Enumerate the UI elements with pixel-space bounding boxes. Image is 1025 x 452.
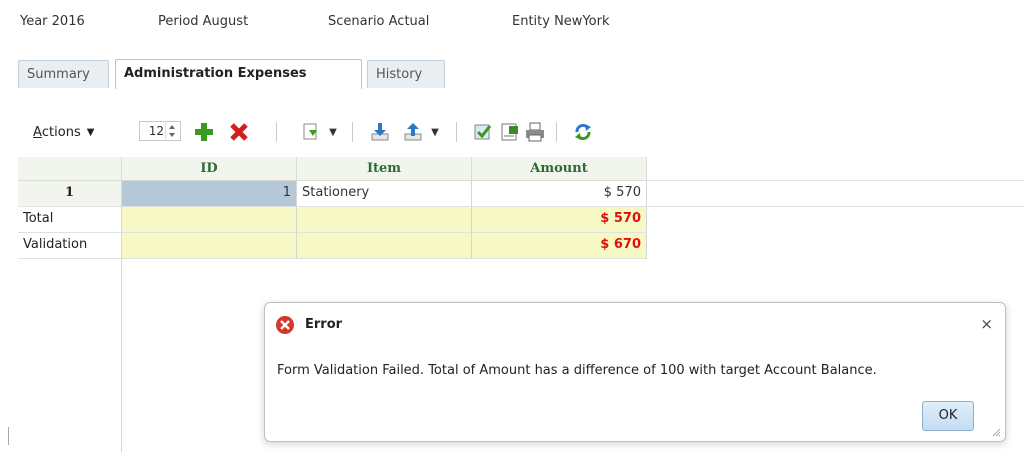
export-excel-icon[interactable] [499,118,521,146]
tab-summary[interactable]: Summary [18,60,109,88]
toolbar-divider [352,122,353,142]
grid-empty-header [647,157,1025,181]
table-cell-item[interactable]: Stationery [297,181,472,207]
toolbar: Actions ▼ 12 ▼ ▼ [0,118,1025,148]
ok-button[interactable]: OK [922,401,974,431]
validation-cell-item [297,233,472,259]
copy-down-icon[interactable] [300,118,322,146]
pov-year[interactable]: Year 2016 [20,14,85,29]
tab-history-label: History [376,67,423,82]
total-cell-id [122,207,297,233]
table-cell-amount[interactable]: $ 570 [472,181,647,207]
row-header[interactable]: 1 [18,181,122,207]
print-icon[interactable] [524,118,546,146]
add-row-icon[interactable] [193,118,215,146]
dialog-message: Form Validation Failed. Total of Amount … [277,363,877,378]
chevron-down-icon[interactable]: ▼ [428,118,442,146]
validation-row-label: Validation [18,233,122,259]
dialog-title: Error [305,317,343,332]
pov-scenario[interactable]: Scenario Actual [328,14,429,29]
resize-marker [8,427,9,445]
row-count-value: 12 [148,124,164,138]
grid-empty-row [647,181,1025,207]
total-cell-amount: $ 570 [472,207,647,233]
column-header-id[interactable]: ID [122,157,297,181]
actions-label-mnemonic: A [33,124,42,140]
tab-summary-label: Summary [27,67,90,82]
chevron-down-icon: ▼ [86,126,95,138]
error-icon [276,316,294,334]
upload-icon[interactable] [402,118,424,146]
column-header-amount[interactable]: Amount [472,157,647,181]
tab-history[interactable]: History [367,60,445,88]
grid-corner [18,157,122,181]
total-row-label: Total [18,207,122,233]
spinner-arrows-icon[interactable] [165,123,179,139]
row-header-empty-area [18,259,122,452]
validate-icon[interactable] [472,118,494,146]
actions-menu-button[interactable]: Actions ▼ [33,118,94,146]
validation-cell-id [122,233,297,259]
pov-entity[interactable]: Entity NewYork [512,14,609,29]
chevron-down-icon[interactable]: ▼ [326,118,340,146]
delete-row-icon[interactable] [228,118,250,146]
row-count-stepper[interactable]: 12 [139,121,181,141]
pov-period[interactable]: Period August [158,14,248,29]
column-header-item[interactable]: Item [297,157,472,181]
toolbar-divider [456,122,457,142]
tab-administration-expenses-label: Administration Expenses [124,66,307,81]
validation-cell-amount: $ 670 [472,233,647,259]
refresh-icon[interactable] [572,118,594,146]
resize-grip-icon[interactable] [991,427,1001,437]
toolbar-divider [556,122,557,142]
toolbar-divider [276,122,277,142]
tab-administration-expenses[interactable]: Administration Expenses [115,59,362,89]
table-cell-id[interactable]: 1 [122,181,297,207]
download-icon[interactable] [369,118,391,146]
actions-label: ctions [41,124,81,140]
close-icon[interactable]: × [980,315,993,333]
error-dialog: Error × Form Validation Failed. Total of… [264,302,1006,442]
total-cell-item [297,207,472,233]
